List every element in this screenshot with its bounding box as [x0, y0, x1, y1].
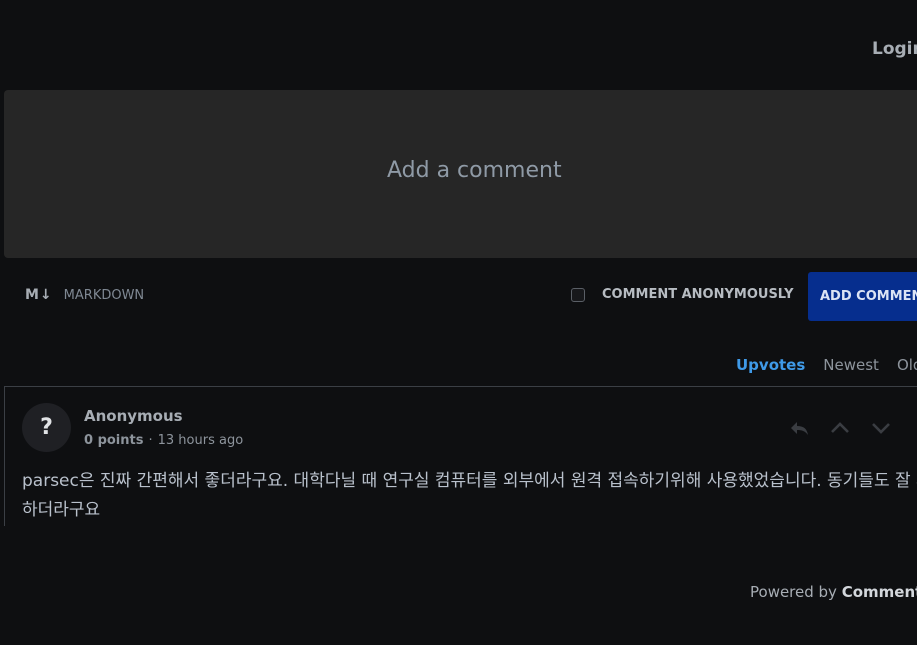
- sort-upvotes[interactable]: Upvotes: [736, 356, 805, 374]
- add-comment-button[interactable]: ADD COMMENT: [808, 272, 917, 321]
- comment-meta: 0 points · 13 hours ago: [84, 433, 243, 448]
- comment-body: parsec은 진짜 간편해서 좋더라구요. 대학다닐 때 연구실 컴퓨터를 외…: [22, 471, 917, 520]
- reply-icon[interactable]: [788, 417, 810, 439]
- comments-widget: Login Add a comment M↓ MARKDOWN COMMENT …: [0, 0, 917, 645]
- comment-author: Anonymous: [84, 407, 183, 425]
- avatar: ?: [22, 403, 71, 452]
- comment-actions: [788, 417, 892, 439]
- comment-points: 0 points: [84, 433, 144, 448]
- upvote-icon[interactable]: [829, 417, 851, 439]
- login-link[interactable]: Login: [872, 39, 917, 59]
- anonymous-option: COMMENT ANONYMOUSLY: [571, 287, 793, 302]
- comment-textarea[interactable]: Add a comment: [4, 90, 917, 258]
- commento-brand-link[interactable]: Commento: [842, 583, 917, 601]
- comment-placeholder: Add a comment: [387, 158, 562, 183]
- markdown-label: MARKDOWN: [63, 287, 145, 303]
- anonymous-label[interactable]: COMMENT ANONYMOUSLY: [602, 287, 793, 302]
- markdown-icon: M↓: [25, 287, 53, 303]
- sort-oldest[interactable]: Oldest: [897, 356, 917, 374]
- markdown-help-link[interactable]: M↓ MARKDOWN: [25, 287, 144, 303]
- powered-prefix: Powered by: [750, 583, 837, 601]
- comment-card: ? Anonymous 0 points · 13 hours ago parsec…: [4, 386, 917, 526]
- meta-separator: ·: [148, 433, 153, 448]
- sort-newest[interactable]: Newest: [823, 356, 879, 374]
- powered-by: Powered by Commento: [750, 583, 917, 601]
- sort-options: Upvotes Newest Oldest: [736, 356, 917, 374]
- comment-time: 13 hours ago: [157, 433, 244, 448]
- anonymous-checkbox[interactable]: [571, 287, 585, 302]
- downvote-icon[interactable]: [870, 417, 892, 439]
